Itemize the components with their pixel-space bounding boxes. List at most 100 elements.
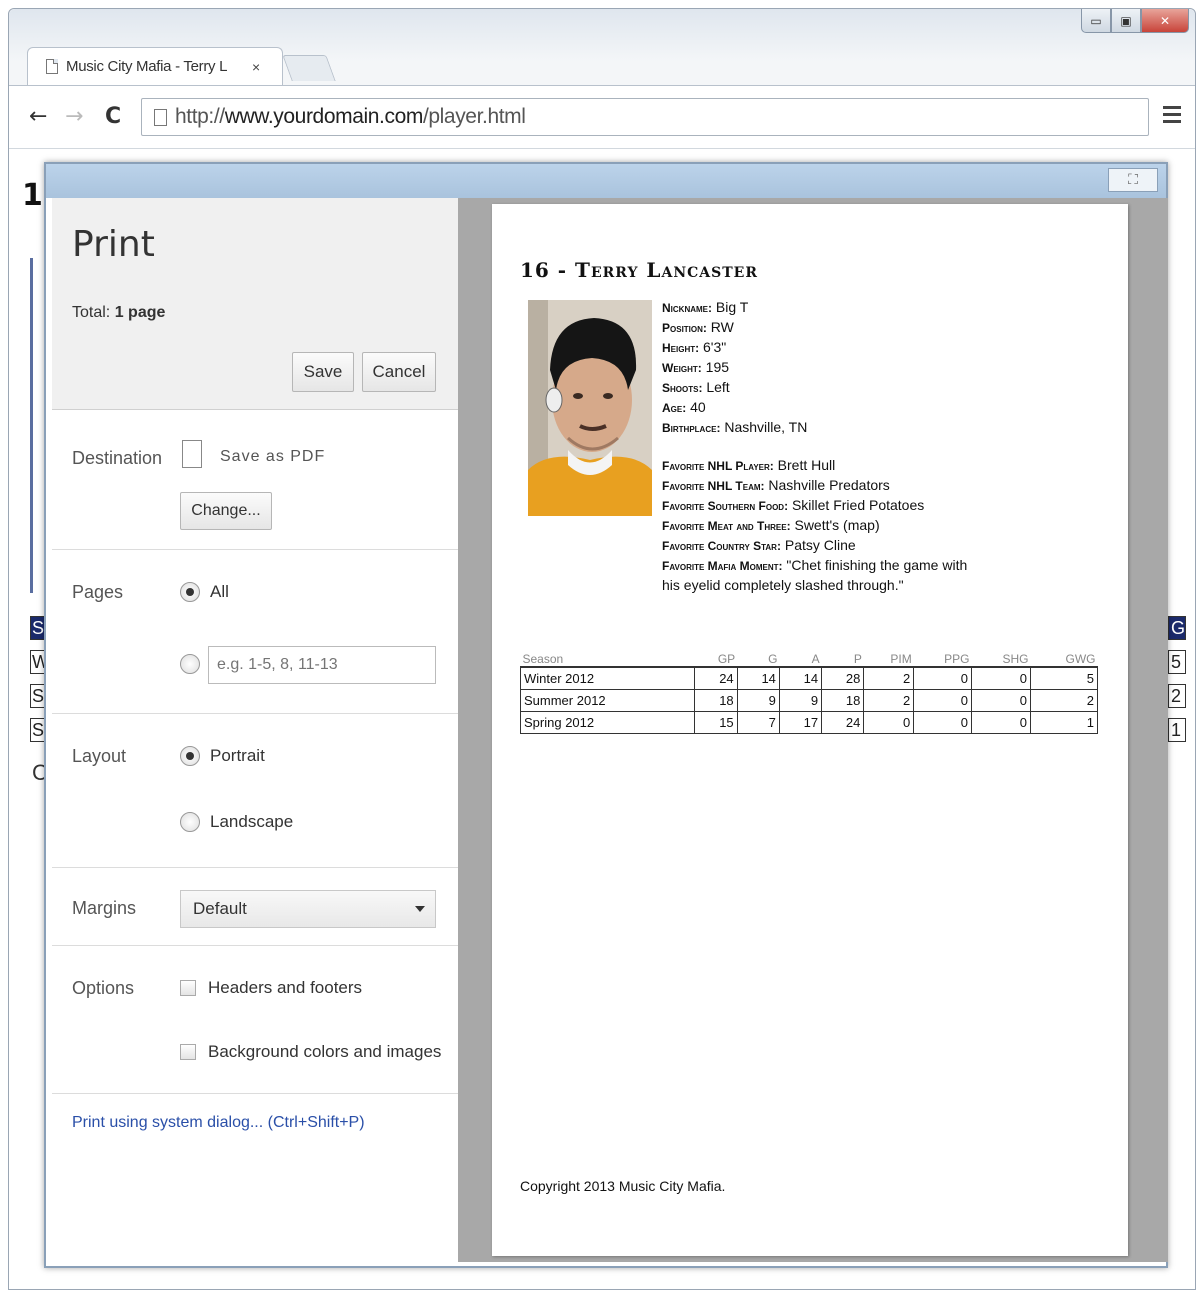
url-text: http://www.yourdomain.com/player.html (175, 105, 526, 128)
change-destination-button[interactable]: Change... (180, 492, 272, 530)
favorite-line: Favorite NHL Team: Nashville Predators (662, 476, 972, 496)
stats-column-header: G (737, 652, 780, 668)
portrait-radio[interactable] (180, 746, 200, 766)
stats-column-header: Season (520, 652, 695, 668)
table-cell: 24 (694, 666, 738, 690)
favorite-line-key: Favorite NHL Team: (662, 479, 765, 493)
background-graphics-checkbox[interactable] (180, 1044, 196, 1060)
table-cell: 17 (778, 710, 823, 734)
dialog-title-bar: ⛶ (46, 164, 1166, 198)
table-cell: 24 (821, 710, 865, 734)
favorite-line-value: Brett Hull (773, 457, 836, 473)
close-window-button[interactable]: ✕ (1141, 9, 1189, 33)
pages-range-input[interactable] (208, 646, 436, 684)
margins-select[interactable]: Default (180, 890, 436, 928)
favorite-line-value: Patsy Cline (780, 537, 856, 553)
page-total: Total: 1 page (72, 304, 166, 321)
pages-section: Pages All (52, 550, 458, 714)
background-heading: 1 (22, 178, 43, 213)
new-tab-button[interactable] (282, 55, 336, 81)
bio-line: Age: 40 (662, 398, 972, 418)
table-cell: 9 (778, 688, 823, 712)
player-bio: Nickname: Big T Position: RW Height: 6'3" W… (662, 298, 972, 595)
bio-line: Height: 6'3" (662, 338, 972, 358)
favorite-line-value: Skillet Fried Potatoes (788, 497, 925, 513)
headers-footers-checkbox[interactable] (180, 980, 196, 996)
pages-label: Pages (72, 582, 124, 602)
bio-line-key: Age: (662, 401, 687, 415)
print-preview-pane: 16 - Terry Lancaster Nickname: Big TPos (458, 198, 1168, 1262)
margins-label: Margins (72, 898, 137, 918)
bio-line-value: Left (702, 379, 730, 395)
favorite-line: Favorite Southern Food: Skillet Fried Po… (662, 496, 972, 516)
system-dialog-link[interactable]: Print using system dialog... (Ctrl+Shift… (72, 1114, 365, 1132)
table-row: Summer 2012 18 9 9 18 2 0 0 2 (519, 688, 1098, 712)
page-icon (154, 108, 167, 126)
favorite-line: Favorite Country Star: Patsy Cline (662, 536, 972, 556)
bio-line-key: Height: (662, 341, 700, 355)
browser-tab[interactable]: Music City Mafia - Terry L × (27, 47, 283, 85)
player-title: 16 - Terry Lancaster (520, 258, 758, 282)
stats-table: Season GP G A P PIM PPG SHG GWG Winter 2012 24 14 1… (519, 652, 1098, 734)
stats-column-header: SHG (971, 652, 1031, 668)
chevron-down-icon (415, 906, 425, 912)
background-table-cell: 1 (1168, 718, 1186, 742)
table-cell: 2 (1030, 688, 1098, 712)
landscape-radio[interactable] (180, 812, 200, 832)
margins-section: Margins Default (52, 868, 458, 946)
bio-line-key: Birthplace: (662, 421, 721, 435)
tab-close-icon[interactable]: × (252, 59, 260, 75)
favorite-line: Favorite Meat and Three: Swett's (map) (662, 516, 972, 536)
table-cell: 0 (913, 666, 972, 690)
favorite-line-value: Nashville Predators (764, 477, 890, 493)
tab-title: Music City Mafia - Terry L (66, 58, 228, 75)
reload-icon[interactable]: C (105, 104, 121, 129)
table-cell: 2 (863, 688, 915, 712)
favorite-line-key: Favorite Country Star: (662, 539, 781, 553)
favorite-line-value: Swett's (map) (790, 517, 880, 533)
forward-arrow-icon[interactable]: → (65, 104, 83, 129)
favorite-line: Favorite NHL Player: Brett Hull (662, 456, 972, 476)
table-cell: 0 (863, 710, 915, 734)
options-section: Options Headers and footers Background c… (52, 946, 458, 1094)
bio-line-value: 6'3" (699, 339, 727, 355)
bio-line: Position: RW (662, 318, 972, 338)
table-cell: 7 (736, 710, 780, 734)
stats-column-header: P (821, 652, 864, 668)
menu-icon[interactable] (1163, 106, 1181, 127)
portrait-label: Portrait (210, 746, 265, 765)
table-cell: 18 (694, 688, 738, 712)
destination-section: Destination Save as PDF Change... (52, 410, 458, 550)
bio-line-value: Big T (712, 299, 749, 315)
minimize-button[interactable]: ▭ (1081, 9, 1111, 33)
background-graphics-label: Background colors and images (208, 1042, 442, 1061)
dialog-close-button[interactable]: ⛶ (1108, 168, 1158, 192)
background-table-cell: 5 (1168, 650, 1186, 674)
table-cell: 18 (821, 688, 865, 712)
maximize-button[interactable]: ▣ (1111, 9, 1141, 33)
address-bar[interactable]: http://www.yourdomain.com/player.html (141, 98, 1149, 136)
stats-column-header: GP (694, 652, 738, 668)
cancel-button[interactable]: Cancel (362, 352, 436, 392)
pages-all-radio[interactable] (180, 582, 200, 602)
layout-label: Layout (72, 746, 127, 766)
pages-all-label: All (210, 582, 229, 601)
print-settings-pane: Print Total: 1 page Save Cancel Destinat… (52, 198, 458, 1262)
back-arrow-icon[interactable]: ← (29, 104, 47, 129)
save-button[interactable]: Save (292, 352, 354, 392)
pages-custom-radio[interactable] (180, 654, 200, 674)
favorite-line-key: Favorite Mafia Moment: (662, 559, 783, 573)
favorite-line-key: Favorite NHL Player: (662, 459, 774, 473)
landscape-label: Landscape (210, 812, 294, 831)
table-cell: 0 (913, 710, 972, 734)
document-icon (182, 440, 202, 468)
bio-line: Nickname: Big T (662, 298, 972, 318)
table-cell: 5 (1030, 666, 1098, 690)
table-cell: Summer 2012 (519, 688, 696, 712)
bio-line-key: Nickname: (662, 301, 712, 315)
player-photo (528, 300, 652, 516)
table-cell: 0 (913, 688, 972, 712)
background-table-cell: G (1168, 616, 1186, 640)
table-cell: 14 (736, 666, 780, 690)
stats-header-row: Season GP G A P PIM PPG SHG GWG (520, 652, 1098, 668)
